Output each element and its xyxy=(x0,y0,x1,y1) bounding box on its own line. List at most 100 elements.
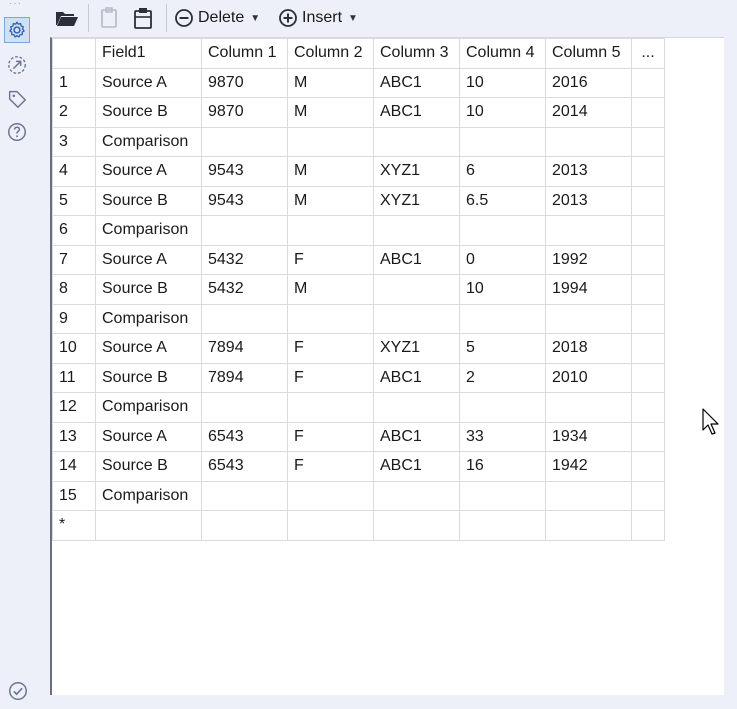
row-number[interactable]: 7 xyxy=(52,244,96,275)
table-cell[interactable]: 2018 xyxy=(545,333,632,364)
table-cell[interactable] xyxy=(631,274,665,305)
table-cell[interactable]: M xyxy=(287,274,374,305)
table-cell[interactable] xyxy=(631,244,665,275)
table-cell[interactable]: Source B xyxy=(95,185,202,216)
table-cell[interactable] xyxy=(287,392,374,423)
row-number[interactable]: 3 xyxy=(52,126,96,157)
table-cell[interactable] xyxy=(373,274,460,305)
table-cell[interactable] xyxy=(545,480,632,511)
table-cell[interactable] xyxy=(459,480,546,511)
table-row[interactable]: 6 Comparison xyxy=(52,215,665,246)
table-cell[interactable] xyxy=(631,97,665,128)
row-number[interactable]: 5 xyxy=(52,185,96,216)
copy-button[interactable] xyxy=(98,5,120,31)
table-cell[interactable]: 10 xyxy=(459,274,546,305)
table-cell[interactable] xyxy=(95,510,202,541)
table-cell[interactable]: 16 xyxy=(459,451,546,482)
table-cell[interactable]: 2016 xyxy=(545,67,632,98)
column-header[interactable]: Column 1 xyxy=(201,38,288,69)
table-cell[interactable] xyxy=(459,215,546,246)
table-cell[interactable]: Source A xyxy=(95,156,202,187)
corner-cell[interactable] xyxy=(52,38,96,69)
column-header[interactable]: Field1 xyxy=(95,38,202,69)
table-cell[interactable] xyxy=(373,215,460,246)
table-cell[interactable]: Source A xyxy=(95,244,202,275)
table-cell[interactable]: Source A xyxy=(95,421,202,452)
table-cell[interactable]: 2013 xyxy=(545,185,632,216)
table-cell[interactable] xyxy=(631,156,665,187)
table-cell[interactable] xyxy=(201,510,288,541)
table-row[interactable]: 7 Source A 5432 F ABC1 0 1992 xyxy=(52,244,665,275)
row-number[interactable]: 4 xyxy=(52,156,96,187)
table-cell[interactable]: 6543 xyxy=(201,421,288,452)
table-cell[interactable] xyxy=(631,480,665,511)
table-cell[interactable]: 5 xyxy=(459,333,546,364)
table-cell[interactable]: 6543 xyxy=(201,451,288,482)
table-cell[interactable]: 6.5 xyxy=(459,185,546,216)
table-cell[interactable]: 2013 xyxy=(545,156,632,187)
table-row[interactable]: * xyxy=(52,510,665,541)
table-cell[interactable] xyxy=(459,303,546,334)
table-cell[interactable] xyxy=(373,126,460,157)
table-row[interactable]: 15 Comparison xyxy=(52,480,665,511)
table-cell[interactable] xyxy=(373,303,460,334)
table-row[interactable]: 11 Source B 7894 F ABC1 2 2010 xyxy=(52,362,665,393)
table-cell[interactable]: Source B xyxy=(95,362,202,393)
table-cell[interactable]: Source B xyxy=(95,274,202,305)
open-button[interactable] xyxy=(54,5,80,31)
table-cell[interactable]: 10 xyxy=(459,97,546,128)
row-number[interactable]: 12 xyxy=(52,392,96,423)
table-cell[interactable]: Comparison xyxy=(95,480,202,511)
table-row[interactable]: 2 Source B 9870 M ABC1 10 2014 xyxy=(52,97,665,128)
table-cell[interactable]: Source A xyxy=(95,67,202,98)
table-cell[interactable]: ABC1 xyxy=(373,421,460,452)
table-cell[interactable] xyxy=(631,126,665,157)
table-cell[interactable] xyxy=(631,67,665,98)
table-cell[interactable]: XYZ1 xyxy=(373,156,460,187)
row-number[interactable]: 6 xyxy=(52,215,96,246)
table-cell[interactable]: ABC1 xyxy=(373,97,460,128)
table-cell[interactable]: 7894 xyxy=(201,333,288,364)
row-number[interactable]: 15 xyxy=(52,480,96,511)
more-columns-header[interactable]: ... xyxy=(631,38,665,69)
table-cell[interactable] xyxy=(631,215,665,246)
table-row[interactable]: 3 Comparison xyxy=(52,126,665,157)
table-cell[interactable]: F xyxy=(287,362,374,393)
table-cell[interactable]: M xyxy=(287,156,374,187)
table-row[interactable]: 12 Comparison xyxy=(52,392,665,423)
row-number[interactable]: 11 xyxy=(52,362,96,393)
table-cell[interactable]: 1992 xyxy=(545,244,632,275)
table-cell[interactable]: 9870 xyxy=(201,67,288,98)
table-cell[interactable] xyxy=(545,303,632,334)
insert-dropdown-button[interactable]: Insert ▼ xyxy=(278,5,358,31)
table-cell[interactable]: M xyxy=(287,97,374,128)
table-cell[interactable] xyxy=(631,303,665,334)
row-number[interactable]: 10 xyxy=(52,333,96,364)
table-cell[interactable]: ABC1 xyxy=(373,362,460,393)
help-button[interactable] xyxy=(4,119,30,145)
table-cell[interactable] xyxy=(545,215,632,246)
table-cell[interactable]: 2 xyxy=(459,362,546,393)
table-cell[interactable] xyxy=(631,451,665,482)
table-cell[interactable] xyxy=(287,126,374,157)
table-row[interactable]: 1 Source A 9870 M ABC1 10 2016 xyxy=(52,67,665,98)
table-cell[interactable] xyxy=(287,215,374,246)
table-cell[interactable]: ABC1 xyxy=(373,67,460,98)
table-cell[interactable] xyxy=(631,392,665,423)
column-header[interactable]: Column 5 xyxy=(545,38,632,69)
row-number[interactable]: 14 xyxy=(52,451,96,482)
table-cell[interactable]: ABC1 xyxy=(373,451,460,482)
table-cell[interactable]: 5432 xyxy=(201,244,288,275)
table-cell[interactable]: 1942 xyxy=(545,451,632,482)
table-cell[interactable] xyxy=(287,510,374,541)
table-row[interactable]: 10 Source A 7894 F XYZ1 5 2018 xyxy=(52,333,665,364)
paste-button[interactable] xyxy=(132,5,154,31)
delete-dropdown-button[interactable]: Delete ▼ xyxy=(174,5,260,31)
table-cell[interactable] xyxy=(631,333,665,364)
table-cell[interactable]: Comparison xyxy=(95,215,202,246)
table-row[interactable]: 9 Comparison xyxy=(52,303,665,334)
table-cell[interactable]: Comparison xyxy=(95,126,202,157)
table-row[interactable]: 13 Source A 6543 F ABC1 33 1934 xyxy=(52,421,665,452)
table-cell[interactable]: 7894 xyxy=(201,362,288,393)
table-cell[interactable] xyxy=(545,392,632,423)
